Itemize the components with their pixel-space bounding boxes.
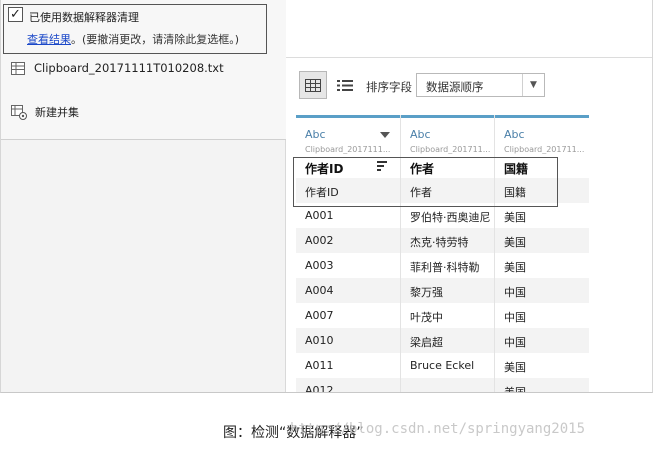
table-cell: 叶茂中 xyxy=(410,311,443,324)
watermark: http://blog.csdn.net/springyang2015 xyxy=(290,421,586,437)
sort-label: 排序字段 xyxy=(366,80,412,94)
table-cell: 美国 xyxy=(495,378,589,392)
view-results-link[interactable]: 查看结果 xyxy=(27,33,71,46)
chevron-down-icon[interactable]: ▼ xyxy=(522,74,544,96)
table-cell: Bruce Eckel xyxy=(410,359,475,372)
table-cell: 中国 xyxy=(495,328,589,353)
table-cell: 美国 xyxy=(495,228,589,253)
file-item[interactable]: Clipboard_20171111T010208.txt xyxy=(11,61,224,75)
table-cell: 中国 xyxy=(495,278,589,303)
table-cell: 黎万强 xyxy=(401,278,494,303)
table-cell: A007 xyxy=(305,309,334,322)
sort-field-select[interactable]: 数据源顺序 ▼ xyxy=(416,73,545,97)
table-cell: 菲利普·科特勒 xyxy=(410,261,480,274)
table-cell: A003 xyxy=(305,259,334,272)
sheet-icon xyxy=(11,61,25,75)
union-icon xyxy=(11,104,27,120)
type-abc-icon[interactable]: Abc xyxy=(504,128,589,141)
file-name: Clipboard_20171111T010208.txt xyxy=(34,61,224,75)
sort-field-value: 数据源顺序 xyxy=(426,80,484,94)
list-view-button[interactable] xyxy=(336,76,354,94)
connection-area: ✓ 已使用数据解释器清理 查看结果。(要撤消更改，请清除此复选框。) Clipb… xyxy=(1,0,286,140)
column-header: Abc Clipboard_201711... xyxy=(495,118,589,154)
column-header: Abc Clipboard_201711... xyxy=(401,118,494,154)
divider xyxy=(286,57,652,58)
table-cell: A002 xyxy=(296,228,400,253)
list-icon xyxy=(337,79,353,91)
left-panel: ✓ 已使用数据解释器清理 查看结果。(要撤消更改，请清除此复选框。) Clipb… xyxy=(1,0,286,392)
type-abc-icon[interactable]: Abc xyxy=(410,128,494,141)
table-cell: 美国 xyxy=(504,261,526,274)
grid-icon xyxy=(305,78,321,92)
result-hint: 查看结果。(要撤消更改，请清除此复选框。) xyxy=(27,31,239,47)
column-menu-icon[interactable] xyxy=(380,132,390,138)
table-cell xyxy=(401,378,494,392)
table-cell: A004 xyxy=(296,278,400,303)
table-cell: 美国 xyxy=(504,361,526,374)
app-window: ✓ 已使用数据解释器清理 查看结果。(要撤消更改，请清除此复选框。) Clipb… xyxy=(0,0,653,393)
table-cell: 梁启超 xyxy=(401,328,494,353)
table-cell: 中国 xyxy=(504,311,526,324)
table-cell: A011 xyxy=(305,359,334,372)
data-interpreter-label: 已使用数据解释器清理 xyxy=(29,11,139,24)
grid-view-button[interactable] xyxy=(299,71,327,99)
table-cell: A010 xyxy=(296,328,400,353)
data-interpreter-checkbox[interactable]: ✓ xyxy=(8,7,23,22)
table-cell: A012 xyxy=(296,378,400,392)
table-cell: 杰克·特劳特 xyxy=(401,228,494,253)
highlight-box-header-row xyxy=(293,157,558,207)
cancel-hint: 。(要撤消更改，请清除此复选框。) xyxy=(71,33,240,46)
new-union-item[interactable]: 新建并集 xyxy=(11,104,79,120)
column-header: Abc Clipboard_2017111... xyxy=(296,118,400,154)
new-union-label: 新建并集 xyxy=(35,106,79,119)
